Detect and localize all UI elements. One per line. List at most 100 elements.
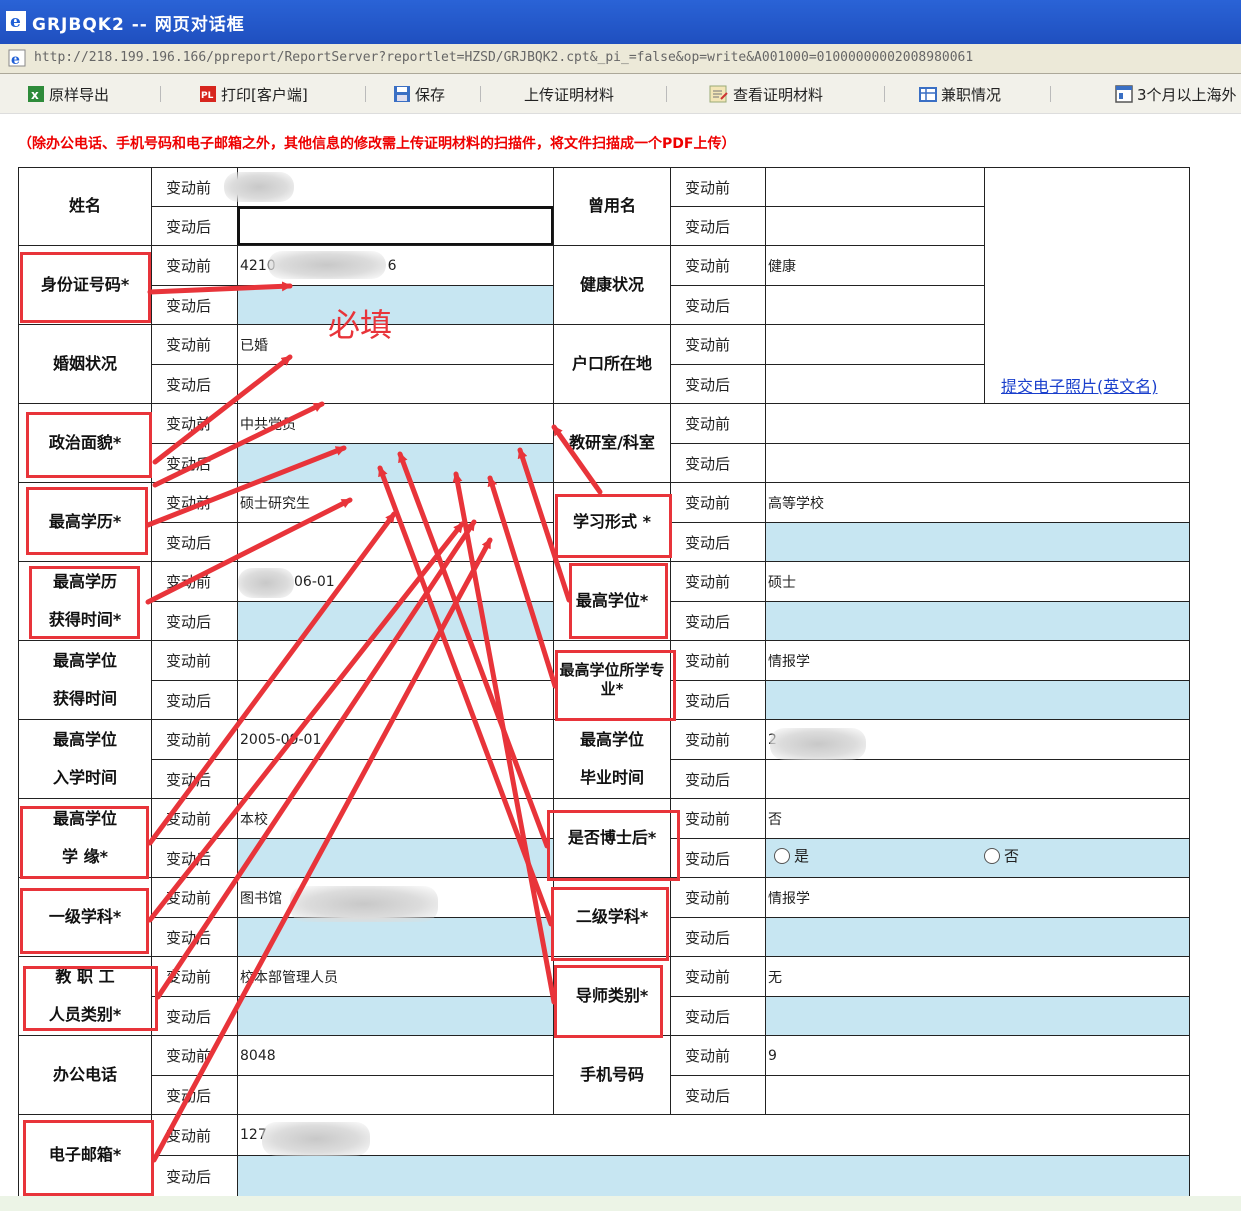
window-titlebar: e GRJBQK2 -- 网页对话框 [0, 0, 1241, 44]
redacted-blur [238, 568, 294, 598]
redacted-blur [290, 886, 438, 922]
postdoc-after-radio-group: 是 否 [765, 838, 1190, 878]
hukou-after-input[interactable] [765, 364, 985, 404]
dept-before-value [765, 403, 1190, 444]
health-after-input[interactable] [765, 285, 985, 325]
required-highlight-box [569, 563, 668, 639]
svg-text:e: e [11, 52, 20, 67]
idcard-after-input[interactable] [237, 285, 554, 325]
svg-text:PL: PL [201, 91, 214, 101]
subject2-before-value: 情报学 [765, 877, 1190, 918]
sub-after: 变动后 [151, 443, 238, 483]
degree-after-input[interactable] [765, 601, 1190, 641]
excel-icon: x [28, 86, 44, 102]
upload-photo-link[interactable]: 提交电子照片(英文名) [1001, 373, 1158, 397]
postdoc-yes-radio[interactable]: 是 [774, 845, 809, 866]
sub-after: 变动后 [151, 917, 238, 957]
name-after-input[interactable] [237, 206, 554, 246]
sub-after: 变动后 [670, 917, 766, 957]
sub-after: 变动后 [670, 206, 766, 246]
staff-type-after-input[interactable] [237, 996, 554, 1036]
sub-before: 变动前 [670, 640, 766, 681]
sub-before: 变动前 [670, 482, 766, 523]
marital-before-value: 已婚 [237, 324, 554, 365]
email-after-input[interactable] [237, 1155, 1190, 1197]
sub-after: 变动后 [670, 522, 766, 562]
deg-enroll-before-value: 2005-09-01 [237, 719, 554, 760]
sub-before: 变动前 [151, 245, 238, 286]
required-highlight-box [20, 252, 151, 323]
report-toolbar: x 原样导出 PL 打印[客户端] 保存 上传证明材料 查看证明材料 兼职情况 … [0, 74, 1241, 114]
political-after-input[interactable] [237, 443, 554, 483]
sub-before: 变动前 [151, 719, 238, 760]
deg-grad-after-input[interactable] [765, 759, 1190, 799]
deg-enroll-after-input[interactable] [237, 759, 554, 799]
deg-major-after-input[interactable] [765, 680, 1190, 720]
window-title: GRJBQK2 -- 网页对话框 [32, 15, 245, 35]
svg-text:e: e [10, 12, 21, 31]
save-button[interactable]: 保存 [392, 83, 445, 105]
redacted-blur [770, 728, 866, 760]
office-phone-before-value: 8048 [237, 1035, 554, 1076]
deg-time-after-input[interactable] [237, 680, 554, 720]
former-name-after-input[interactable] [765, 206, 985, 246]
sub-after: 变动后 [151, 364, 238, 404]
print-button[interactable]: PL 打印[客户端] [198, 83, 308, 105]
subject1-after-input[interactable] [237, 917, 554, 957]
export-button[interactable]: x 原样导出 [26, 83, 109, 105]
email-before-value: 127 [237, 1114, 1190, 1156]
political-before-value: 中共党员 [237, 403, 554, 444]
sub-after: 变动后 [151, 996, 238, 1036]
sub-after: 变动后 [151, 285, 238, 325]
postdoc-before-value: 否 [765, 798, 1190, 839]
edu-time-after-input[interactable] [237, 601, 554, 641]
required-highlight-box [547, 810, 680, 881]
label-deg-time: 最高学位 获得时间 [18, 640, 152, 720]
sub-before: 变动前 [670, 798, 766, 839]
sub-before: 变动前 [151, 798, 238, 839]
upload-notice: （除办公电话、手机号码和电子邮箱之外，其他信息的修改需上传证明材料的扫描件，将文… [18, 136, 736, 152]
label-dept: 教研室/科室 [553, 403, 671, 483]
sub-after: 变动后 [670, 759, 766, 799]
upload-button[interactable]: 上传证明材料 [524, 83, 614, 105]
window-icon [1115, 85, 1133, 103]
mobile-after-input[interactable] [765, 1075, 1190, 1115]
deg-source-after-input[interactable] [237, 838, 554, 878]
deg-source-before-value: 本校 [237, 798, 554, 839]
address-bar: e http://218.199.196.166/ppreport/Report… [0, 44, 1241, 74]
sub-after: 变动后 [151, 1075, 238, 1115]
required-highlight-box [555, 650, 676, 721]
address-url[interactable]: http://218.199.196.166/ppreport/ReportSe… [34, 50, 973, 65]
edu-after-input[interactable] [237, 522, 554, 562]
sub-before: 变动前 [151, 877, 238, 918]
required-highlight-box [20, 806, 149, 879]
subject2-after-input[interactable] [765, 917, 1190, 957]
parttime-button[interactable]: 兼职情况 [918, 83, 1001, 105]
deg-major-before-value: 情报学 [765, 640, 1190, 681]
required-highlight-box [23, 966, 158, 1031]
postdoc-no-radio[interactable]: 否 [984, 845, 1019, 866]
sub-before: 变动前 [151, 403, 238, 444]
office-phone-after-input[interactable] [237, 1075, 554, 1115]
page-icon: e [8, 49, 26, 67]
label-deg-enroll: 最高学位 入学时间 [18, 719, 152, 799]
sub-before: 变动前 [670, 167, 766, 207]
deg-time-before-value [237, 640, 554, 681]
toolbar-separator [1050, 86, 1051, 102]
hukou-before-value [765, 324, 985, 365]
sub-before: 变动前 [151, 1114, 238, 1156]
sub-after: 变动后 [670, 443, 766, 483]
overseas-button[interactable]: 3个月以上海外 [1114, 83, 1237, 105]
mobile-before-value: 9 [765, 1035, 1190, 1076]
study-form-after-input[interactable] [765, 522, 1190, 562]
sub-before: 变动前 [670, 403, 766, 444]
toolbar-separator [666, 86, 667, 102]
grid-icon [919, 87, 937, 102]
health-before-value: 健康 [765, 245, 985, 286]
view-materials-button[interactable]: 查看证明材料 [708, 83, 823, 105]
dept-after-input[interactable] [765, 443, 1190, 483]
sub-before: 变动前 [670, 877, 766, 918]
sub-before: 变动前 [670, 1035, 766, 1076]
tutor-after-input[interactable] [765, 996, 1190, 1036]
marital-after-input[interactable] [237, 364, 554, 404]
